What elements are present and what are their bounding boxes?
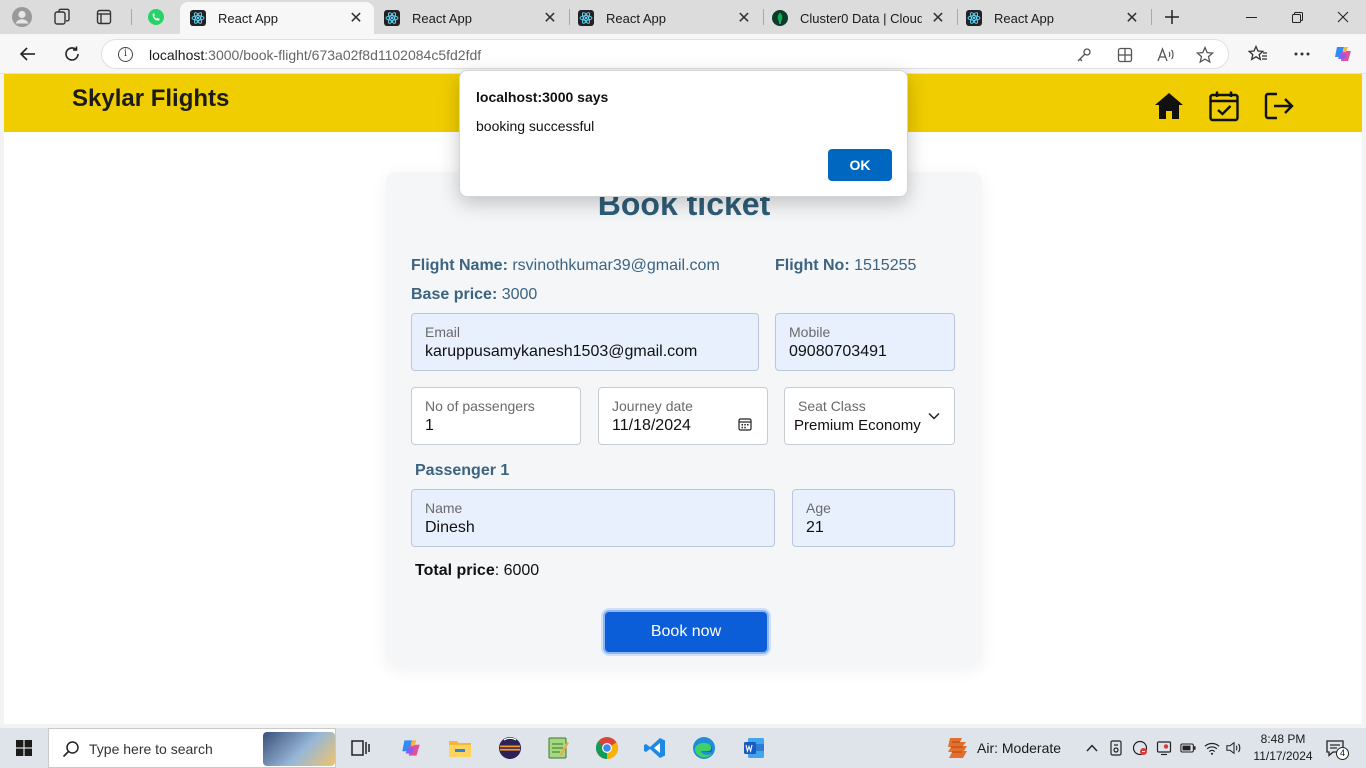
tab-title: React App bbox=[606, 10, 666, 26]
dialog-title: localhost:3000 says bbox=[476, 89, 609, 105]
search-highlight-image bbox=[263, 732, 335, 766]
passenger-age-field[interactable]: Age 21 bbox=[792, 489, 955, 547]
air-quality-icon[interactable] bbox=[946, 736, 968, 760]
browser-tab-strip: React App ✕ React App ✕ React App ✕ Clus… bbox=[0, 0, 1366, 34]
tab-title: React App bbox=[412, 10, 472, 26]
book-now-button[interactable]: Book now bbox=[603, 610, 769, 654]
search-icon bbox=[62, 741, 79, 758]
apps-icon[interactable] bbox=[1115, 45, 1135, 65]
react-icon bbox=[966, 10, 982, 26]
browser-toolbar: i localhost:3000/book-flight/673a02f8d11… bbox=[0, 34, 1366, 74]
passenger-section-label: Passenger 1 bbox=[415, 462, 510, 479]
notifications-icon[interactable]: 4 bbox=[1325, 737, 1349, 760]
refresh-icon[interactable] bbox=[58, 40, 86, 68]
copilot-app-icon[interactable] bbox=[397, 734, 425, 762]
tab-react-app-active[interactable]: React App ✕ bbox=[180, 2, 374, 34]
logout-icon[interactable] bbox=[1263, 90, 1295, 122]
system-clock[interactable]: 8:48 PM 11/17/2024 bbox=[1246, 731, 1320, 765]
alert-dialog: localhost:3000 says booking successful O… bbox=[459, 70, 908, 197]
workspaces-icon[interactable] bbox=[51, 6, 73, 28]
tab-react-app-5[interactable]: React App ✕ bbox=[956, 2, 1150, 34]
edge-icon[interactable] bbox=[690, 734, 718, 762]
site-info-icon[interactable]: i bbox=[118, 47, 133, 62]
windows-start-icon[interactable] bbox=[16, 740, 32, 756]
eclipse-icon[interactable] bbox=[496, 734, 524, 762]
show-hidden-icons-chevron-icon[interactable] bbox=[1084, 740, 1100, 756]
close-tab-icon[interactable]: ✕ bbox=[930, 8, 946, 28]
word-icon[interactable] bbox=[740, 734, 768, 762]
search-placeholder: Type here to search bbox=[89, 741, 213, 757]
booking-card: Book ticket Flight Name: rsvinothkumar39… bbox=[386, 172, 982, 666]
hardware-icon[interactable] bbox=[1108, 740, 1124, 756]
weather-status[interactable]: Air: Moderate bbox=[977, 740, 1061, 756]
taskbar: Type here to search Air: Moderate 8:48 P… bbox=[0, 728, 1366, 768]
file-explorer-icon[interactable] bbox=[446, 734, 474, 762]
favorites-icon[interactable] bbox=[1244, 40, 1272, 68]
restore-button[interactable] bbox=[1274, 0, 1320, 34]
task-view-icon[interactable] bbox=[346, 734, 374, 762]
dialog-message: booking successful bbox=[476, 118, 595, 134]
notepad-plus-icon[interactable] bbox=[544, 734, 572, 762]
antivirus-icon[interactable] bbox=[1132, 740, 1148, 756]
url-text[interactable]: localhost:3000/book-flight/673a02f8d1102… bbox=[149, 47, 481, 63]
total-price: Total price: 6000 bbox=[415, 562, 540, 579]
back-arrow-icon[interactable] bbox=[14, 40, 42, 68]
tab-actions-icon[interactable] bbox=[93, 6, 115, 28]
react-icon bbox=[384, 10, 400, 26]
wifi-icon[interactable] bbox=[1204, 740, 1220, 756]
key-icon[interactable] bbox=[1074, 45, 1094, 65]
mongodb-leaf-icon bbox=[772, 10, 788, 26]
close-window-button[interactable] bbox=[1320, 0, 1366, 34]
close-tab-icon[interactable]: ✕ bbox=[348, 8, 364, 28]
notification-count-badge: 4 bbox=[1336, 747, 1349, 760]
close-tab-icon[interactable]: ✕ bbox=[736, 8, 752, 28]
bookings-calendar-icon[interactable] bbox=[1208, 90, 1240, 122]
favorite-star-icon[interactable] bbox=[1195, 45, 1215, 65]
clock-time: 8:48 PM bbox=[1260, 732, 1306, 746]
chevron-down-icon bbox=[928, 412, 940, 420]
tab-react-app-2[interactable]: React App ✕ bbox=[374, 2, 568, 34]
react-icon bbox=[578, 10, 594, 26]
new-tab-plus-icon[interactable] bbox=[1161, 6, 1183, 28]
address-bar[interactable]: i localhost:3000/book-flight/673a02f8d11… bbox=[101, 39, 1229, 69]
tab-mongodb-cluster[interactable]: Cluster0 Data | Cloud: Mc ✕ bbox=[762, 2, 956, 34]
mobile-field[interactable]: Mobile 09080703491 bbox=[775, 313, 955, 371]
journey-date-field[interactable]: Journey date 11/18/2024 bbox=[598, 387, 768, 445]
home-icon[interactable] bbox=[1153, 90, 1185, 122]
clock-date: 11/17/2024 bbox=[1253, 749, 1313, 763]
tab-title: React App bbox=[218, 10, 278, 26]
profile-icon[interactable] bbox=[11, 6, 33, 28]
calendar-icon[interactable] bbox=[738, 417, 752, 431]
vscode-icon[interactable] bbox=[641, 734, 669, 762]
more-options-icon[interactable] bbox=[1288, 40, 1316, 68]
email-field[interactable]: Email karuppusamykanesh1503@gmail.com bbox=[411, 313, 759, 371]
tab-title: Cluster0 Data | Cloud: Mc bbox=[800, 10, 922, 26]
copilot-icon[interactable] bbox=[1329, 40, 1357, 68]
tab-title: React App bbox=[994, 10, 1054, 26]
tab-react-app-3[interactable]: React App ✕ bbox=[568, 2, 762, 34]
whatsapp-icon[interactable] bbox=[145, 6, 167, 28]
display-icon[interactable] bbox=[1156, 740, 1172, 756]
flight-name-info: Flight Name: rsvinothkumar39@gmail.com bbox=[411, 257, 720, 274]
minimize-button[interactable] bbox=[1228, 0, 1274, 34]
volume-icon[interactable] bbox=[1226, 740, 1242, 756]
base-price-info: Base price: 3000 bbox=[411, 286, 538, 303]
chrome-icon[interactable] bbox=[593, 734, 621, 762]
passengers-count-field[interactable]: No of passengers 1 bbox=[411, 387, 581, 445]
read-aloud-icon[interactable] bbox=[1156, 45, 1176, 65]
close-tab-icon[interactable]: ✕ bbox=[542, 8, 558, 28]
flight-no-info: Flight No: 1515255 bbox=[775, 257, 917, 274]
dialog-ok-button[interactable]: OK bbox=[828, 149, 892, 181]
react-icon bbox=[190, 10, 206, 26]
passenger-name-field[interactable]: Name Dinesh bbox=[411, 489, 775, 547]
battery-icon[interactable] bbox=[1180, 740, 1196, 756]
taskbar-search-box[interactable]: Type here to search bbox=[48, 728, 336, 768]
brand-title[interactable]: Skylar Flights bbox=[72, 85, 229, 113]
close-tab-icon[interactable]: ✕ bbox=[1124, 8, 1140, 28]
seat-class-select[interactable]: Seat Class Premium Economy bbox=[784, 387, 955, 445]
